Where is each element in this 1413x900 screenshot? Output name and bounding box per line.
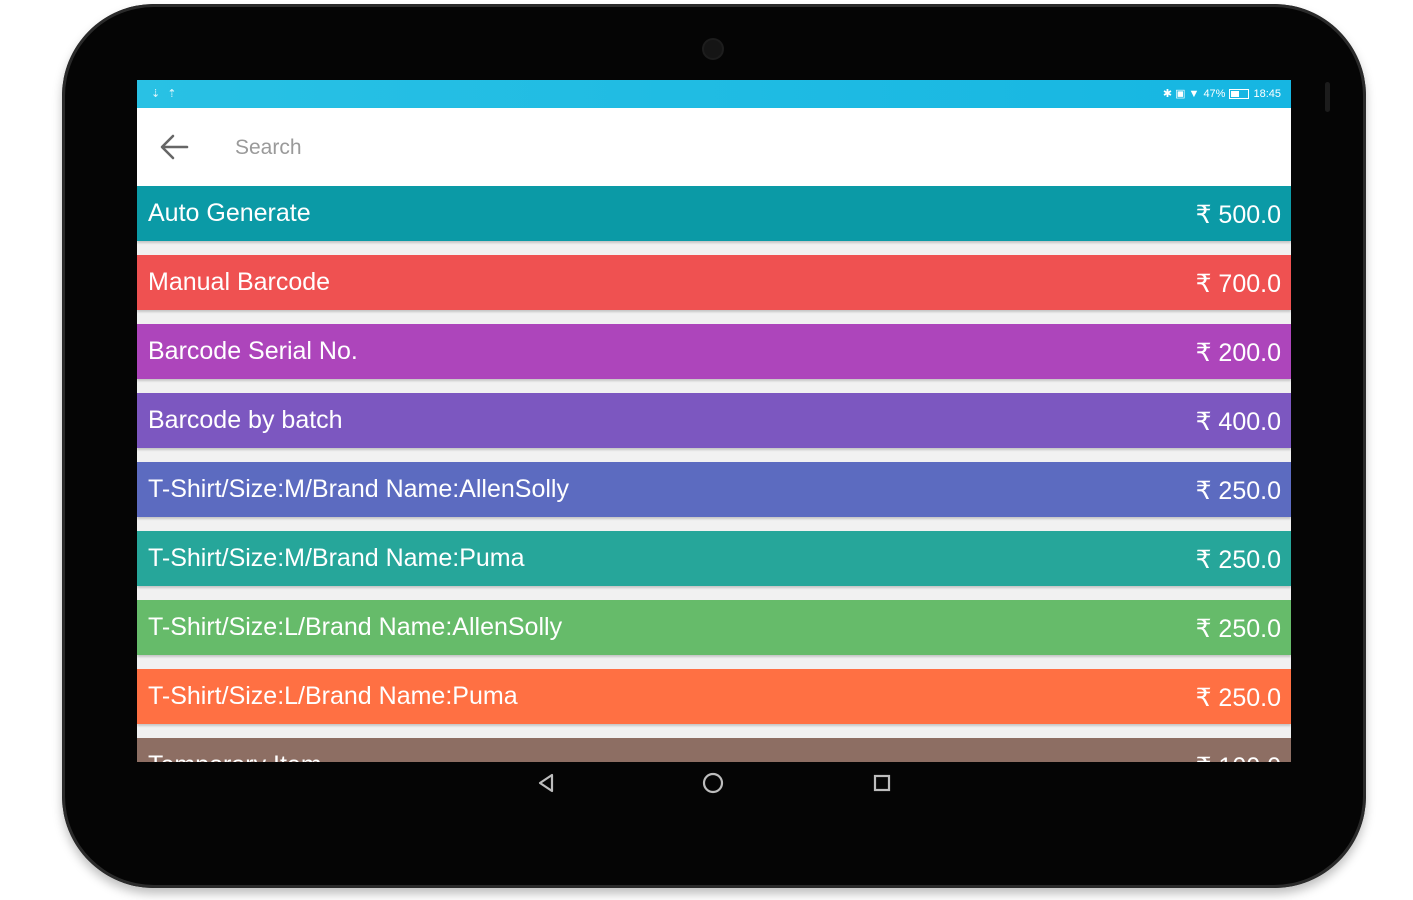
- list-item[interactable]: T-Shirt/Size:L/Brand Name:Puma ₹ 250.0: [137, 669, 1291, 724]
- item-price: ₹ 200.0: [1195, 339, 1281, 367]
- battery-level: [1231, 90, 1240, 97]
- item-name: T-Shirt/Size:M/Brand Name:Puma: [148, 544, 525, 572]
- list-item[interactable]: Auto Generate ₹ 500.0: [137, 186, 1291, 241]
- search-input[interactable]: [233, 132, 1137, 164]
- item-name: Auto Generate: [148, 199, 311, 227]
- list-item[interactable]: Barcode Serial No. ₹ 200.0: [137, 324, 1291, 379]
- nav-home-button[interactable]: [696, 766, 730, 800]
- app-screen: ⇣ ⇡ ✱ ▣ ▼ 47% 18:45 Auto Generate ₹ 50: [137, 80, 1291, 762]
- item-list: Auto Generate ₹ 500.0 Manual Barcode ₹ 7…: [137, 186, 1291, 762]
- nav-back-button[interactable]: [529, 766, 563, 800]
- list-item[interactable]: T-Shirt/Size:M/Brand Name:AllenSolly ₹ 2…: [137, 462, 1291, 517]
- list-item[interactable]: Barcode by batch ₹ 400.0: [137, 393, 1291, 448]
- status-time: 18:45: [1253, 87, 1281, 100]
- battery-icon: [1229, 88, 1250, 99]
- list-item[interactable]: T-Shirt/Size:L/Brand Name:AllenSolly ₹ 2…: [137, 600, 1291, 655]
- square-recents-icon: [873, 774, 891, 792]
- item-name: Barcode Serial No.: [148, 337, 358, 365]
- item-name: T-Shirt/Size:L/Brand Name:Puma: [148, 682, 518, 710]
- triangle-back-icon: [538, 773, 554, 793]
- tablet-frame: ⇣ ⇡ ✱ ▣ ▼ 47% 18:45 Auto Generate ₹ 50: [62, 4, 1366, 888]
- search-toolbar: [137, 108, 1291, 186]
- arrow-left-icon: [160, 134, 189, 160]
- item-price: ₹ 250.0: [1195, 477, 1281, 505]
- circle-home-icon: [702, 772, 724, 794]
- item-name: T-Shirt/Size:M/Brand Name:AllenSolly: [148, 475, 569, 503]
- back-button[interactable]: [155, 130, 195, 164]
- item-price: ₹ 250.0: [1195, 615, 1281, 643]
- list-item[interactable]: T-Shirt/Size:M/Brand Name:Puma ₹ 250.0: [137, 531, 1291, 586]
- item-name: Manual Barcode: [148, 268, 331, 296]
- battery-percent: 47%: [1203, 87, 1226, 100]
- list-item[interactable]: Manual Barcode ₹ 700.0: [137, 255, 1291, 310]
- status-bar: ⇣ ⇡ ✱ ▣ ▼ 47% 18:45: [137, 80, 1291, 108]
- camera-icon: [704, 40, 722, 58]
- navigation-bar: [75, 758, 1229, 808]
- item-price: ₹ 700.0: [1195, 270, 1281, 298]
- nav-recents-button[interactable]: [865, 766, 899, 800]
- item-name: T-Shirt/Size:L/Brand Name:AllenSolly: [148, 613, 563, 641]
- item-name: Barcode by batch: [148, 406, 343, 434]
- item-price: ₹ 400.0: [1195, 408, 1281, 436]
- item-price: ₹ 500.0: [1195, 201, 1281, 229]
- side-button: [1325, 82, 1330, 112]
- system-status-icons: ✱ ▣ ▼: [1162, 88, 1200, 100]
- notification-icons: ⇣ ⇡: [151, 88, 179, 100]
- item-price: ₹ 250.0: [1195, 684, 1281, 712]
- item-price: ₹ 250.0: [1195, 546, 1281, 574]
- status-icons: ✱ ▣ ▼ 47% 18:45: [1162, 87, 1281, 101]
